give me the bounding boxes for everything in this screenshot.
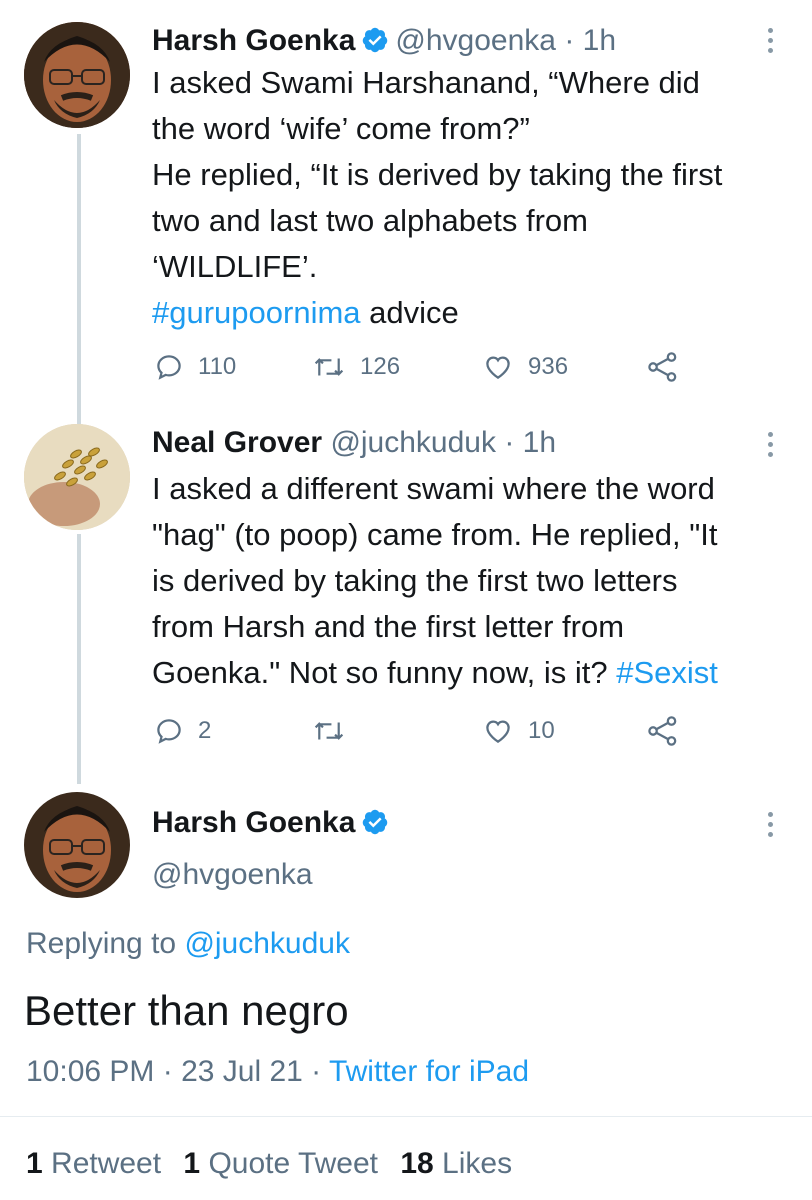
tweet1-line: I asked Swami Harshanand, “Where did — [152, 65, 700, 100]
main-source[interactable]: Twitter for iPad — [329, 1055, 529, 1088]
tweet1-header: Harsh Goenka @hvgoenka · 1h — [152, 22, 616, 60]
divider — [0, 1116, 812, 1117]
tweet2-line-hashtag: Goenka." Not so funny now, is it? #Sexis… — [152, 650, 792, 696]
quote-tweets-stat[interactable]: 1 Quote Tweet — [183, 1147, 378, 1180]
tweet2-text: I asked a different swami where the word… — [152, 466, 792, 696]
tweet1-retweet-button[interactable]: 126 — [312, 352, 400, 382]
verified-badge-icon — [363, 27, 388, 53]
like-label: Likes — [433, 1147, 513, 1180]
tweet1-hashtag-tail: advice — [360, 295, 459, 330]
tweet2-line: from Harsh and the first letter from — [152, 609, 625, 644]
tweet2-handle[interactable]: @juchkuduk — [330, 426, 496, 459]
replying-handle-link[interactable]: @juchkuduk — [184, 927, 350, 960]
share-icon — [648, 352, 677, 382]
avatar-face-icon — [24, 792, 130, 898]
reply-icon — [157, 355, 181, 380]
tweet1-reply-button[interactable]: 110 — [154, 352, 236, 382]
retweet-count: 1 — [26, 1147, 43, 1180]
like-icon — [486, 356, 510, 379]
quote-count: 1 — [183, 1147, 201, 1180]
like-count: 18 — [400, 1147, 434, 1180]
main-name[interactable]: Harsh Goenka — [152, 806, 355, 839]
main-tweet-text: Better than negro — [24, 987, 349, 1034]
quote-label: Quote Tweet — [200, 1147, 378, 1180]
tweet2-line: "hag" (to poop) came from. He replied, "… — [152, 517, 718, 552]
tweet2-line: I asked a different swami where the word — [152, 471, 715, 506]
tweet2-name[interactable]: Neal Grover — [152, 426, 322, 459]
tweet1-reply-count: 110 — [198, 353, 237, 380]
tweet2-reply-button[interactable]: 2 — [154, 716, 211, 746]
reply-icon — [157, 719, 181, 744]
engagement-stats: 1 Retweet 1 Quote Tweet 18 Likes — [26, 1144, 512, 1184]
thread-line-2 — [77, 534, 81, 784]
tweet1-retweet-count: 126 — [360, 353, 401, 380]
tweet2-more-icon[interactable] — [768, 432, 774, 462]
tweet2-last-line: Goenka." Not so funny now, is it? — [152, 655, 617, 690]
main-time[interactable]: 10:06 PM — [26, 1055, 154, 1088]
tweet2-share-button[interactable] — [646, 714, 680, 748]
tweet1-line-hashtag: #gurupoornima advice — [152, 290, 792, 336]
avatar-harsh-goenka-main[interactable] — [24, 792, 130, 898]
replying-to: Replying to @juchkuduk — [26, 924, 350, 964]
main-timestamp-row: 10:06 PM · 23 Jul 21 · Twitter for iPad — [26, 1052, 529, 1092]
tweet1-like-button[interactable]: 936 — [482, 352, 568, 382]
tweet1-handle[interactable]: @hvgoenka — [395, 24, 556, 57]
retweet-label: Retweet — [42, 1147, 162, 1180]
tweet2-header: Neal Grover @juchkuduk · 1h — [152, 424, 556, 462]
hashtag-link[interactable]: #gurupoornima — [152, 295, 361, 330]
main-name-row: Harsh Goenka — [152, 804, 395, 842]
tweet1-more-icon[interactable] — [768, 28, 774, 58]
main-more-icon[interactable] — [768, 812, 774, 842]
wheat-hand-icon — [24, 424, 130, 530]
retweet-icon — [314, 358, 344, 376]
like-icon — [486, 720, 510, 743]
tweet1-share-button[interactable] — [646, 350, 680, 384]
tweet1-like-count: 936 — [528, 353, 569, 380]
replying-label: Replying to — [26, 927, 185, 960]
tweet2-time[interactable]: · 1h — [504, 426, 556, 459]
tweet2-line: is derived by taking the first two lette… — [152, 563, 678, 598]
tweet2-reply-count: 2 — [198, 717, 212, 744]
thread-line-1 — [77, 134, 81, 424]
tweet1-line: the word ‘wife’ come from?” — [152, 111, 530, 146]
retweet-icon — [314, 722, 344, 740]
tweet2-like-count: 10 — [528, 717, 555, 744]
tweet1-line: ‘WILDLIFE’. — [152, 249, 318, 284]
main-date: · 23 Jul 21 · — [154, 1055, 329, 1088]
verified-badge-icon — [363, 809, 388, 835]
tweet1-time[interactable]: · 1h — [564, 24, 616, 57]
avatar-face-icon — [24, 22, 130, 128]
main-handle[interactable]: @hvgoenka — [152, 856, 313, 894]
share-icon — [648, 716, 677, 746]
tweet1-text: I asked Swami Harshanand, “Where did the… — [152, 60, 792, 336]
avatar-neal-grover[interactable] — [24, 424, 130, 530]
avatar-harsh-goenka[interactable] — [24, 22, 130, 128]
hashtag-link[interactable]: #Sexist — [616, 655, 718, 690]
tweet1-line: He replied, “It is derived by taking the… — [152, 157, 723, 192]
tweet2-like-button[interactable]: 10 — [482, 716, 555, 746]
retweets-stat[interactable]: 1 Retweet — [26, 1147, 161, 1180]
tweet2-retweet-button[interactable] — [312, 716, 360, 746]
likes-stat[interactable]: 18 Likes — [400, 1147, 512, 1180]
tweet1-name[interactable]: Harsh Goenka — [152, 24, 355, 57]
tweet1-line: two and last two alphabets from — [152, 203, 588, 238]
